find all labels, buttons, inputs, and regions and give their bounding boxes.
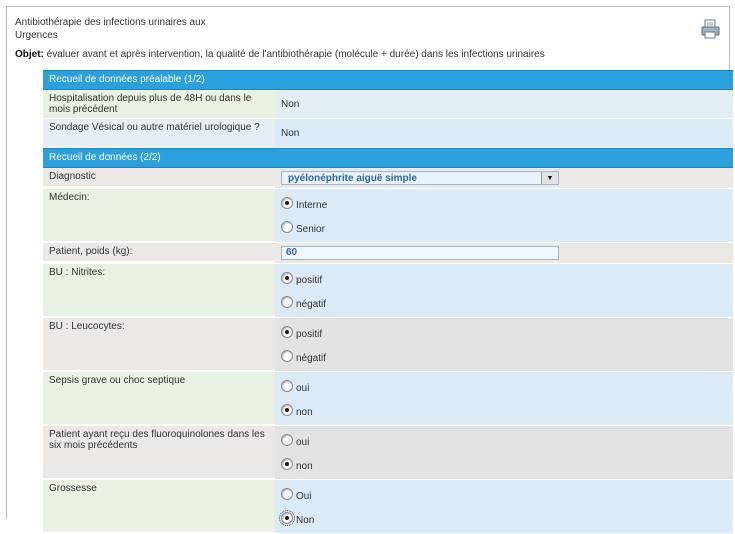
poids-label: Patient, poids (kg):: [43, 243, 275, 261]
leucocytes-option-negatif[interactable]: négatif: [281, 344, 727, 368]
medecin-label: Médecin:: [43, 189, 275, 241]
survey-window: Antibiothérapie des infections urinaires…: [6, 6, 733, 534]
leucocytes-label: BU : Leucocytes:: [43, 318, 275, 370]
sepsis-label: Sepsis grave ou choc septique: [43, 372, 275, 424]
option-label: négatif: [296, 352, 327, 364]
row-sondage: Sondage Vésical ou autre matériel urolog…: [43, 119, 733, 148]
radio-non[interactable]: [279, 510, 295, 526]
row-grossesse: Grossesse Oui Non: [43, 480, 733, 534]
chevron-down-icon[interactable]: ▼: [541, 172, 558, 184]
hospitalisation-label: Hospitalisation depuis plus de 48H ou da…: [43, 90, 275, 118]
nitrites-options: positif négatif: [275, 264, 733, 317]
option-label: oui: [296, 436, 310, 448]
radio-oui[interactable]: [281, 488, 293, 500]
section-prealable: Recueil de données préalable (1/2): [43, 70, 733, 90]
medecin-option-interne[interactable]: Interne: [281, 191, 727, 215]
row-diagnostic: Diagnostic pyélonéphrite aiguë simple ▼: [43, 168, 733, 189]
option-label: positif: [296, 274, 323, 286]
row-nitrites: BU : Nitrites: positif négatif: [43, 264, 733, 318]
nitrites-option-positif[interactable]: positif: [281, 266, 727, 290]
medecin-option-senior[interactable]: Senior: [281, 215, 727, 239]
row-poids: Patient, poids (kg): 60: [43, 243, 733, 264]
option-label: Interne: [296, 199, 328, 211]
objective: Objet: évaluer avant et après interventi…: [15, 49, 545, 60]
leucocytes-option-positif[interactable]: positif: [281, 320, 727, 344]
fluoro-option-oui[interactable]: oui: [281, 428, 727, 452]
nitrites-label: BU : Nitrites:: [43, 264, 275, 316]
radio-non[interactable]: [281, 458, 293, 470]
diagnostic-label: Diagnostic: [43, 168, 275, 186]
fluoroquinolones-options: oui non: [275, 426, 733, 479]
fluoro-option-non[interactable]: non: [281, 452, 727, 476]
radio-senior[interactable]: [281, 221, 293, 233]
page-title-line1: Antibiothérapie des infections urinaires…: [15, 17, 206, 28]
fluoroquinolones-label: Patient ayant reçu des fluoroquinolones …: [43, 426, 275, 478]
medecin-options: Interne Senior: [275, 189, 733, 242]
page-title-line2: Urgences: [15, 30, 58, 41]
grossesse-option-non[interactable]: Non: [279, 506, 727, 530]
sondage-value: Non: [275, 119, 733, 147]
radio-negatif[interactable]: [281, 350, 293, 362]
radio-positif[interactable]: [281, 326, 293, 338]
poids-cell: 60: [275, 243, 733, 263]
option-label: Non: [296, 514, 315, 526]
option-label: négatif: [296, 298, 327, 310]
page-header: Antibiothérapie des infections urinaires…: [15, 16, 715, 60]
sepsis-options: oui non: [275, 372, 733, 425]
poids-input[interactable]: 60: [281, 246, 559, 260]
radio-interne[interactable]: [281, 197, 293, 209]
section-donnees: Recueil de données (2/2): [43, 148, 733, 168]
option-label: non: [296, 460, 313, 472]
option-label: oui: [296, 382, 310, 394]
radio-negatif[interactable]: [281, 296, 293, 308]
diagnostic-selected: pyélonéphrite aiguë simple: [288, 172, 417, 184]
option-label: Senior: [296, 223, 325, 235]
option-label: non: [296, 406, 313, 418]
row-medecin: Médecin: Interne Senior: [43, 189, 733, 243]
sepsis-option-non[interactable]: non: [281, 398, 727, 422]
row-leucocytes: BU : Leucocytes: positif négatif: [43, 318, 733, 372]
diagnostic-select[interactable]: pyélonéphrite aiguë simple ▼: [281, 171, 559, 185]
hospitalisation-value: Non: [275, 90, 733, 118]
radio-non[interactable]: [281, 404, 293, 416]
radio-oui[interactable]: [281, 434, 293, 446]
sepsis-option-oui[interactable]: oui: [281, 374, 727, 398]
radio-oui[interactable]: [281, 380, 293, 392]
objective-text: évaluer avant et après intervention, la …: [43, 49, 545, 60]
leucocytes-options: positif négatif: [275, 318, 733, 371]
option-label: positif: [296, 328, 323, 340]
print-icon[interactable]: [701, 19, 721, 39]
survey-form: Recueil de données préalable (1/2) Hospi…: [43, 70, 733, 534]
grossesse-label: Grossesse: [43, 480, 275, 532]
diagnostic-cell: pyélonéphrite aiguë simple ▼: [275, 168, 733, 188]
nitrites-option-negatif[interactable]: négatif: [281, 290, 727, 314]
grossesse-options: Oui Non: [275, 480, 733, 533]
sondage-label: Sondage Vésical ou autre matériel urolog…: [43, 119, 275, 147]
row-fluoroquinolones: Patient ayant reçu des fluoroquinolones …: [43, 426, 733, 480]
row-hospitalisation: Hospitalisation depuis plus de 48H ou da…: [43, 90, 733, 119]
option-label: Oui: [296, 490, 312, 502]
grossesse-option-oui[interactable]: Oui: [281, 482, 727, 506]
objective-label: Objet:: [15, 49, 44, 60]
radio-positif[interactable]: [281, 272, 293, 284]
row-sepsis: Sepsis grave ou choc septique oui non: [43, 372, 733, 426]
